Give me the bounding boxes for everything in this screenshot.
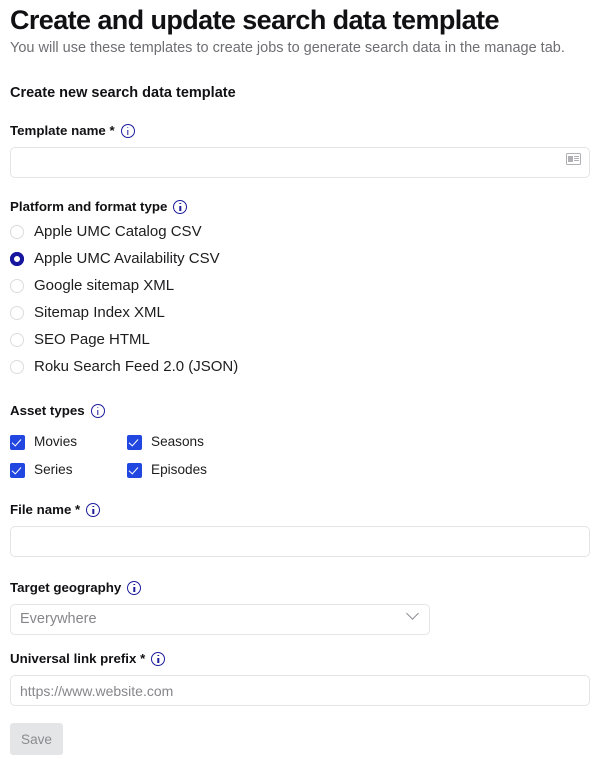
checkbox-option-movies[interactable]: Movies <box>10 433 127 451</box>
page-subtitle: You will use these templates to create j… <box>10 40 565 56</box>
radio-mark <box>10 332 24 347</box>
radio-option-apple-umc-catalog-csv[interactable]: Apple UMC Catalog CSV <box>10 218 590 245</box>
platform-format-type-radio-group: Apple UMC Catalog CSV Apple UMC Availabi… <box>10 216 590 380</box>
universal-link-prefix-label-text: Universal link prefix * <box>10 651 146 666</box>
checkbox-label: Movies <box>34 434 78 449</box>
checkbox-label: Series <box>34 462 73 477</box>
contact-card-icon[interactable] <box>566 153 581 165</box>
radio-mark <box>10 224 24 239</box>
template-name-label: Template name * <box>10 122 590 140</box>
radio-label: Roku Search Feed 2.0 (JSON) <box>34 358 239 375</box>
file-name-label: File name * <box>10 501 590 519</box>
asset-types-label: Asset types <box>10 402 590 420</box>
radio-option-seo-page-html[interactable]: SEO Page HTML <box>10 326 590 353</box>
target-geography-label-text: Target geography <box>10 580 122 595</box>
info-icon[interactable] <box>127 581 142 595</box>
info-icon[interactable] <box>173 200 188 214</box>
universal-link-prefix-field-group: Universal link prefix * <box>10 628 590 706</box>
checkbox-option-episodes[interactable]: Episodes <box>127 461 590 479</box>
asset-types-group: Asset types Movies Seasons Series Episod… <box>10 380 590 479</box>
template-name-input-wrap <box>10 140 590 178</box>
radio-option-apple-umc-availability-csv[interactable]: Apple UMC Availability CSV <box>10 245 590 272</box>
radio-label: Sitemap Index XML <box>34 304 165 321</box>
universal-link-prefix-label: Universal link prefix * <box>10 650 590 668</box>
platform-format-type-group: Platform and format type Apple UMC Catal… <box>10 178 590 380</box>
radio-option-roku-search-feed[interactable]: Roku Search Feed 2.0 (JSON) <box>10 353 590 380</box>
section-title: Create new search data template <box>10 85 236 101</box>
radio-mark <box>10 278 24 293</box>
radio-mark <box>10 359 24 374</box>
target-geography-label: Target geography <box>10 579 590 597</box>
radio-label: Apple UMC Availability CSV <box>34 250 220 267</box>
universal-link-prefix-input-wrap <box>10 668 590 706</box>
radio-mark <box>10 305 24 320</box>
radio-label: SEO Page HTML <box>34 331 150 348</box>
radio-label: Apple UMC Catalog CSV <box>34 223 202 240</box>
info-icon[interactable] <box>90 404 105 418</box>
checkbox-mark-checked <box>127 434 142 450</box>
asset-types-label-text: Asset types <box>10 403 85 418</box>
template-name-input[interactable] <box>10 147 590 178</box>
checkbox-label: Seasons <box>151 434 204 449</box>
universal-link-prefix-input[interactable] <box>10 675 590 706</box>
radio-option-google-sitemap-xml[interactable]: Google sitemap XML <box>10 272 590 299</box>
file-name-field-group: File name * <box>10 479 590 557</box>
save-button[interactable]: Save <box>10 723 63 755</box>
radio-label: Google sitemap XML <box>34 277 175 294</box>
platform-format-type-label: Platform and format type <box>10 198 590 216</box>
file-name-input-wrap <box>10 519 590 557</box>
checkbox-option-series[interactable]: Series <box>10 461 127 479</box>
checkbox-mark-checked <box>127 462 142 478</box>
info-icon[interactable] <box>151 652 166 666</box>
file-name-label-text: File name * <box>10 502 81 517</box>
target-geography-field-group: Target geography Everywhere <box>10 557 590 635</box>
radio-mark-selected <box>10 251 24 266</box>
template-name-field-group: Template name * <box>10 103 590 178</box>
checkbox-option-seasons[interactable]: Seasons <box>127 433 590 451</box>
checkbox-mark-checked <box>10 462 25 478</box>
template-name-label-text: Template name * <box>10 123 115 138</box>
asset-types-checkbox-grid: Movies Seasons Series Episodes <box>10 420 590 479</box>
platform-format-type-label-text: Platform and format type <box>10 199 168 214</box>
info-icon[interactable] <box>86 503 101 517</box>
target-geography-select[interactable]: Everywhere <box>10 604 430 635</box>
target-geography-select-wrap[interactable]: Everywhere <box>10 597 430 635</box>
checkbox-label: Episodes <box>151 462 207 477</box>
info-icon[interactable] <box>120 124 135 138</box>
radio-option-sitemap-index-xml[interactable]: Sitemap Index XML <box>10 299 590 326</box>
checkbox-mark-checked <box>10 434 25 450</box>
create-search-data-template-page: Create and update search data template Y… <box>0 0 600 755</box>
file-name-input[interactable] <box>10 526 590 557</box>
page-title: Create and update search data template <box>10 5 499 35</box>
